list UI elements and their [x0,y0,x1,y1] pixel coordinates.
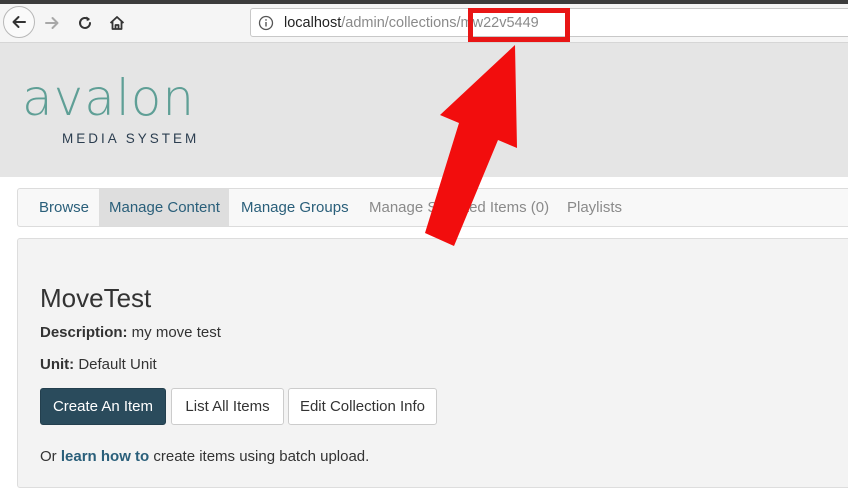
nav-manage-groups[interactable]: Manage Groups [231,189,359,226]
forward-icon [45,17,59,29]
batch-suffix: create items using batch upload. [149,448,370,465]
url-path: /admin/collections [341,15,457,31]
reload-button[interactable] [69,7,101,39]
unit-label: Unit: [40,356,75,373]
nav-manage-content[interactable]: Manage Content [99,189,229,226]
home-button[interactable] [101,7,133,39]
list-all-items-button[interactable]: List All Items [171,388,284,425]
learn-how-to-link[interactable]: learn how to [61,448,149,465]
home-icon [109,16,125,30]
collection-panel: MoveTest Description: my move test Unit:… [17,238,848,488]
description-label: Description: [40,324,128,341]
batch-upload-text: Or learn how to create items using batch… [40,448,369,465]
forward-button[interactable] [36,7,68,39]
logo-wordmark: avalon [22,69,196,127]
back-icon [12,16,26,28]
main-nav: Browse Manage Content Manage Groups Mana… [17,188,848,227]
site-header: avalon MEDIA SYSTEM [0,43,848,177]
url-host: localhost [284,15,342,31]
batch-prefix: Or [40,448,61,465]
info-icon[interactable] [258,15,274,31]
description-value: my move test [127,324,221,341]
reload-icon [79,16,91,29]
nav-manage-selected-items[interactable]: Manage Selected Items (0) [359,189,559,226]
logo-tagline: MEDIA SYSTEM [62,131,200,146]
nav-playlists[interactable]: Playlists [557,189,632,226]
create-item-button[interactable]: Create An Item [40,388,166,425]
collection-description: Description: my move test [40,324,221,341]
back-button[interactable] [3,6,35,38]
unit-value: Default Unit [74,356,157,373]
url-id-highlight-box [468,8,570,42]
nav-browse[interactable]: Browse [29,189,99,226]
collection-title: MoveTest [40,283,152,313]
browser-toolbar: localhost/admin/collections/mw22v5449 [0,4,848,43]
avalon-logo[interactable]: avalon MEDIA SYSTEM [22,69,196,146]
collection-unit: Unit: Default Unit [40,356,157,373]
edit-collection-info-button[interactable]: Edit Collection Info [288,388,437,425]
